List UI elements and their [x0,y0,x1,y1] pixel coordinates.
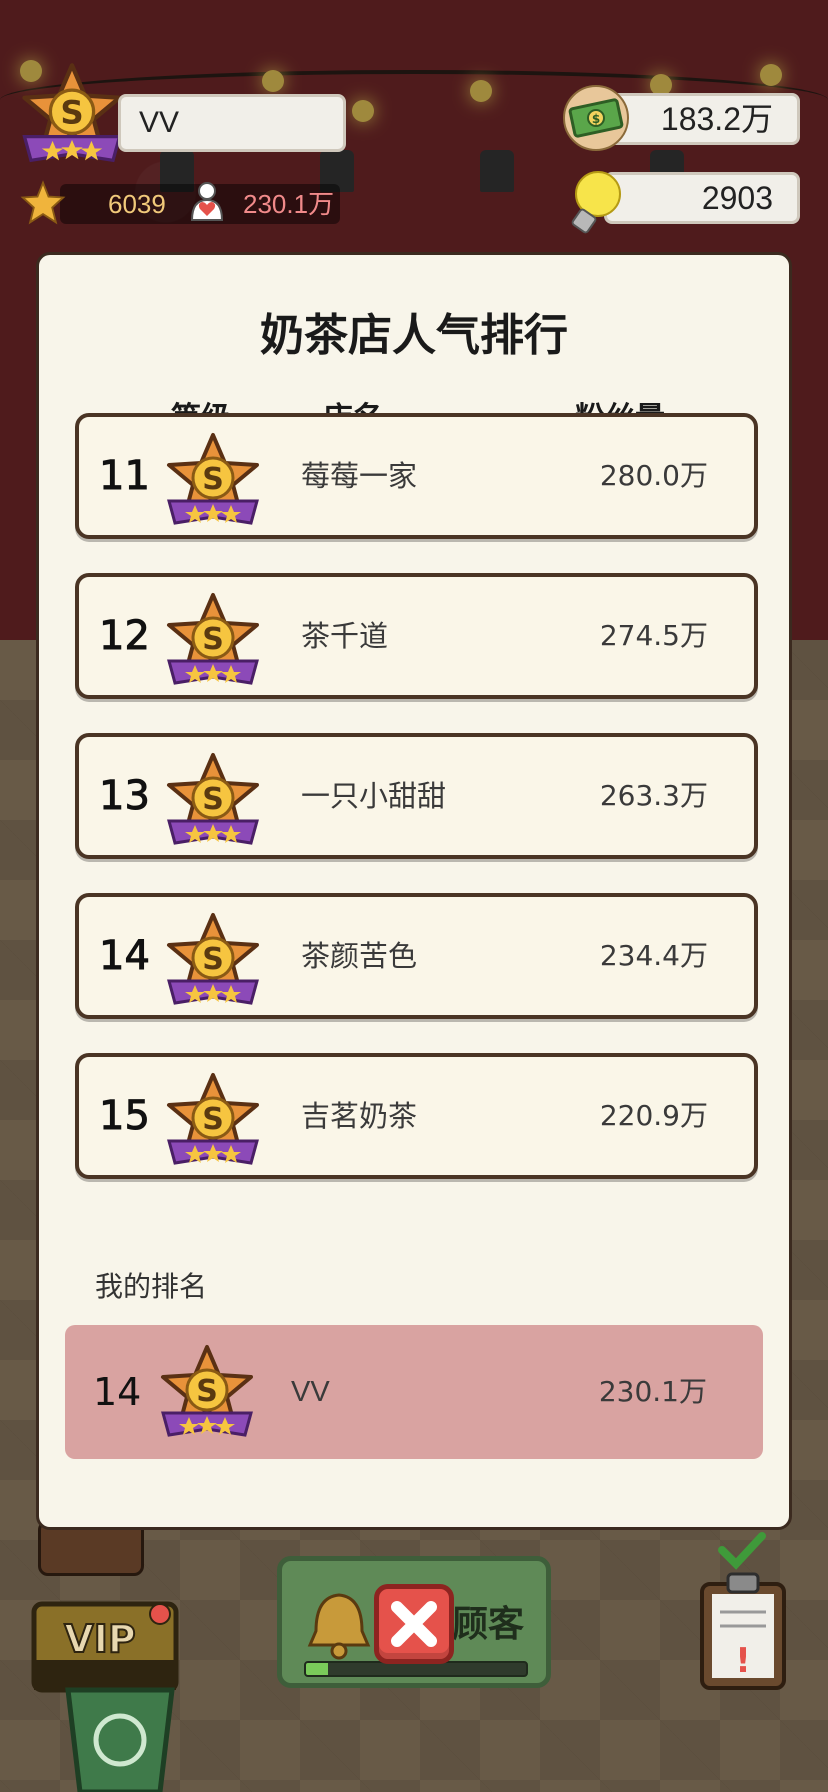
player-name: VV [139,106,180,139]
lightbulb-icon [571,171,621,234]
player-rank-badge-icon[interactable] [18,55,126,175]
rank-badge-icon [167,1073,259,1165]
money-value: 183.2万 [660,101,773,137]
rank-badge-icon [161,1345,253,1437]
panel-title: 奶茶店人气排行 [260,310,568,361]
rank-number: 12 [99,613,151,660]
ranking-row[interactable]: 15 吉茗奶茶 220.9万 [75,1053,758,1179]
close-button[interactable] [374,1584,454,1664]
money-counter[interactable]: 183.2万 [604,93,800,145]
rank-badge-icon [167,753,259,845]
fans-count: 220.9万 [599,1099,708,1132]
clipboard-icon[interactable]: ! [698,1570,788,1690]
fans-count: 280.0万 [599,459,708,492]
my-fans-count: 230.1万 [598,1375,707,1408]
my-rank-label: 我的排名 [95,1270,208,1303]
rank-number: 15 [99,1093,151,1140]
fans-heart-icon [190,182,224,221]
rank-number: 11 [99,453,151,500]
player-level: 6039 [108,189,166,219]
close-icon [391,1601,437,1647]
player-name-box[interactable]: VV [118,94,346,152]
ranking-row[interactable]: 12 茶千道 274.5万 [75,573,758,699]
vip-label: VIP [64,1617,135,1661]
check-icon [718,1532,766,1570]
shop-name: 莓莓一家 [301,459,418,493]
rank-number: 14 [99,933,151,980]
ranking-row[interactable]: 14 茶颜苦色 234.4万 [75,893,758,1019]
svg-text:$: $ [592,112,600,126]
ideas-value: 2903 [701,180,773,216]
fans-count: 263.3万 [599,779,708,812]
my-rank-number: 14 [93,1370,142,1414]
ideas-counter[interactable]: 2903 [604,172,800,224]
rank-badge-icon [167,913,259,1005]
ranking-row[interactable]: 11 莓莓一家 280.0万 [75,413,758,539]
shop-name: 茶千道 [301,619,389,653]
fans-count: 274.5万 [599,619,708,652]
fans-count: 234.4万 [599,939,708,972]
player-fans: 230.1万 [243,189,335,219]
customer-progress-fill [306,1663,328,1675]
ranking-panel: 奶茶店人气排行 等级 店名 粉丝量 11莓莓一家280.0万12茶千道274.5… [36,252,792,1530]
my-rank-row[interactable]: 14 VV 230.1万 [65,1325,763,1459]
rank-badge-icon [167,593,259,685]
shop-name: 茶颜苦色 [301,939,418,973]
cash-icon: $ [563,85,629,151]
shop-name: 一只小甜甜 [301,779,447,813]
my-shop-name: VV [291,1376,330,1408]
ranking-row[interactable]: 13 一只小甜甜 263.3万 [75,733,758,859]
recycle-bin-icon[interactable] [60,1680,180,1792]
rank-number: 13 [99,773,151,820]
customer-label: 顾客 [452,1604,525,1645]
rank-badge-icon [167,433,259,525]
svg-text:!: ! [735,1641,751,1681]
shop-name: 吉茗奶茶 [301,1099,418,1133]
bell-icon [307,1593,371,1660]
star-icon [20,180,66,225]
